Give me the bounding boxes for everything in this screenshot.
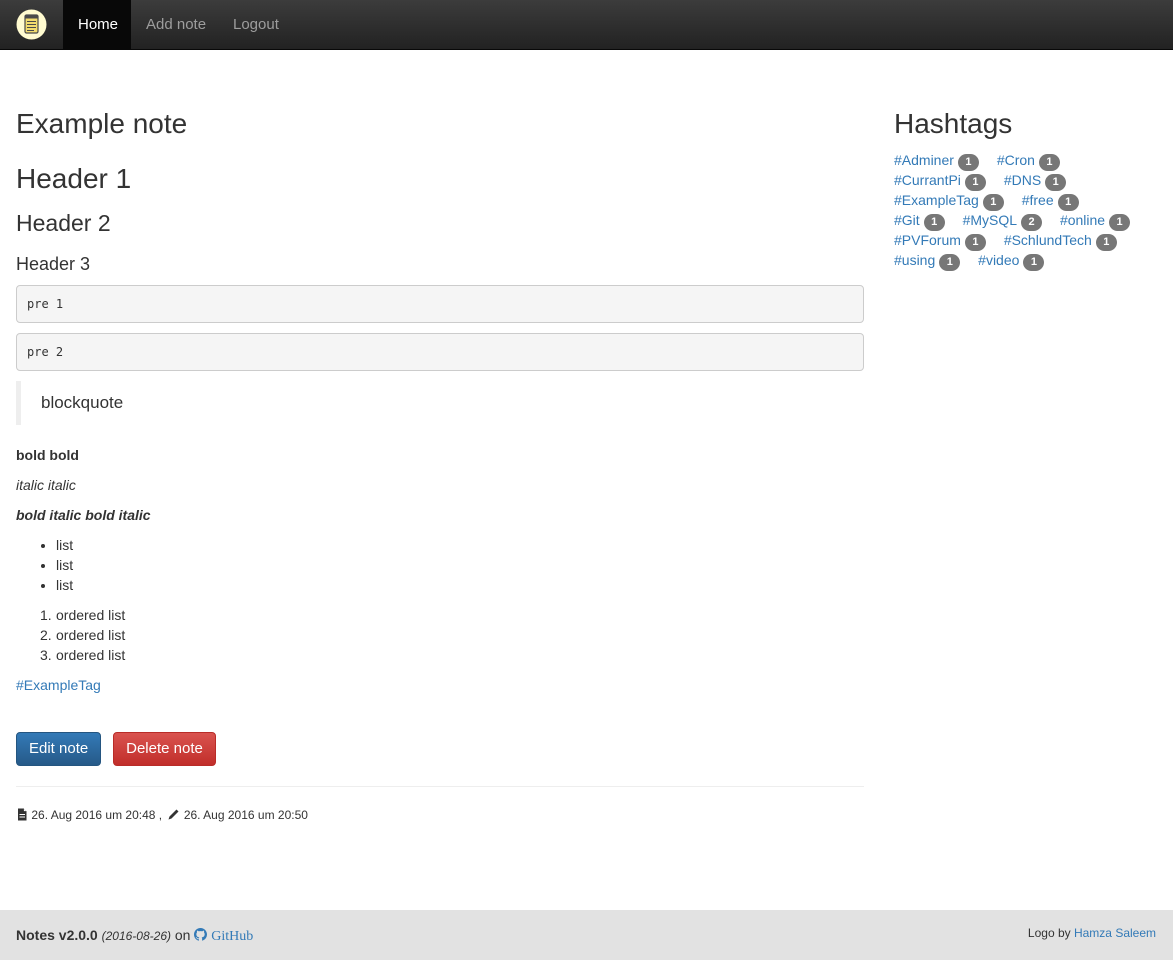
hashtag-count-badge: 1 — [964, 174, 986, 191]
ordered-list-item: 2. ordered list — [40, 627, 126, 643]
code-block-2: pre 2 — [16, 333, 864, 371]
logo-author-link[interactable]: Hamza Saleem — [1074, 926, 1156, 940]
navbar: Home Add note Logout — [0, 0, 1173, 50]
hashtag-count-badge: 1 — [957, 154, 979, 171]
note-title: Example note — [16, 108, 188, 139]
logo-credit-text: Logo by — [1027, 926, 1071, 940]
hashtag-item: #online 1 — [1060, 210, 1131, 231]
hashtag-item: #SchlundTech 1 — [1004, 230, 1117, 251]
hashtag-count-badge: 1 — [1095, 234, 1117, 251]
pencil-icon — [168, 809, 179, 820]
nav-home[interactable]: Home — [63, 0, 131, 49]
note-header-1: Header 1 — [16, 163, 132, 194]
ordered-list-item: 3. ordered list — [40, 647, 126, 663]
ordered-list: 1. ordered list 2. ordered list 3. ordered … — [16, 605, 864, 665]
nav-add-note[interactable]: Add note — [131, 0, 221, 49]
note-timestamps: 26. Aug 2016 um 20:48 , 26. Aug 2016 um … — [16, 807, 308, 823]
hashtag-item: #MySQL 2 — [963, 210, 1043, 231]
hashtag-link[interactable]: #CurrantPi — [894, 172, 961, 188]
hashtag-item: #video 1 — [978, 250, 1045, 271]
hashtag-count-badge: 1 — [964, 234, 986, 251]
hashtag-link[interactable]: #MySQL — [963, 212, 1017, 228]
code-block-1: pre 1 — [16, 285, 864, 323]
github-link[interactable]: GitHub — [211, 929, 253, 944]
footer-on-text: on — [174, 927, 191, 943]
note-hashtag-link[interactable]: #ExampleTag — [16, 677, 101, 693]
note-header-2: Header 2 — [16, 210, 111, 236]
bold-italic-text: bold italic bold italic — [16, 507, 151, 523]
app-version: Notes v2.0.0 — [16, 927, 98, 943]
created-date: 26. Aug 2016 um 20:48 — [31, 808, 156, 822]
timestamp-separator: , — [158, 808, 163, 822]
hashtag-link[interactable]: #PVForum — [894, 232, 961, 248]
delete-note-button[interactable]: Delete note — [113, 732, 216, 766]
hashtag-count-badge: 1 — [939, 254, 961, 271]
list-item: list — [56, 535, 864, 555]
hashtag-item: #DNS 1 — [1004, 170, 1067, 191]
blockquote: blockquote — [16, 381, 864, 425]
hashtag-link[interactable]: #using — [894, 252, 935, 268]
hashtag-link[interactable]: #Adminer — [894, 152, 954, 168]
hashtag-link[interactable]: #Git — [894, 212, 920, 228]
hashtag-item: #CurrantPi 1 — [894, 170, 986, 191]
hashtags-sidebar: Hashtags #Adminer 1 #Cron 1 #CurrantPi 1 #D… — [894, 100, 1159, 271]
hashtag-item: #free 1 — [1022, 190, 1079, 211]
footer: Notes v2.0.0 (2016-08-26) on GitHub Logo… — [0, 910, 1173, 960]
notepad-logo-icon[interactable] — [16, 9, 47, 40]
hashtag-cloud: #Adminer 1 #Cron 1 #CurrantPi 1 #DNS 1 #Exam… — [894, 150, 1159, 271]
hashtag-item: #PVForum 1 — [894, 230, 986, 251]
note-actions: Edit note Delete note — [16, 732, 216, 766]
note-content: Example note Header 1 Header 2 Header 3 … — [16, 100, 864, 822]
nav-logout[interactable]: Logout — [218, 0, 294, 49]
list-item: list — [56, 575, 864, 595]
hashtag-item: #using 1 — [894, 250, 961, 271]
hashtag-link[interactable]: #Cron — [997, 152, 1035, 168]
footer-app-info: Notes v2.0.0 (2016-08-26) on GitHub — [16, 910, 253, 962]
hashtag-count-badge: 1 — [1045, 174, 1067, 191]
hashtag-link[interactable]: #ExampleTag — [894, 192, 979, 208]
italic-text: italic italic — [16, 477, 76, 493]
release-date: (2016-08-26) — [101, 929, 171, 943]
hashtag-link[interactable]: #online — [1060, 212, 1105, 228]
hashtag-count-badge: 1 — [1023, 254, 1045, 271]
bullet-list: list list list — [16, 535, 864, 595]
hashtag-count-badge: 1 — [1109, 214, 1131, 231]
hashtag-link[interactable]: #video — [978, 252, 1019, 268]
hashtag-item: #Cron 1 — [997, 150, 1060, 171]
hashtag-count-badge: 1 — [923, 214, 945, 231]
hashtag-count-badge: 2 — [1021, 214, 1043, 231]
hashtag-count-badge: 1 — [1038, 154, 1060, 171]
edit-note-button[interactable]: Edit note — [16, 732, 102, 766]
hashtag-count-badge: 1 — [982, 194, 1004, 211]
footer-credits: Logo by Hamza Saleem — [1028, 910, 1156, 956]
bold-text: bold bold — [16, 447, 79, 463]
hashtag-link[interactable]: #free — [1022, 192, 1054, 208]
hashtag-item: #ExampleTag 1 — [894, 190, 1004, 211]
hashtag-item: #Adminer 1 — [894, 150, 979, 171]
hashtags-title: Hashtags — [894, 108, 1013, 139]
modified-date: 26. Aug 2016 um 20:50 — [183, 808, 308, 822]
ordered-list-item: 1. ordered list — [40, 607, 126, 623]
divider — [16, 786, 864, 787]
list-item: list — [56, 555, 864, 575]
github-icon — [194, 928, 208, 941]
hashtag-link[interactable]: #DNS — [1004, 172, 1041, 188]
note-header-3: Header 3 — [16, 254, 91, 274]
hashtag-item: #Git 1 — [894, 210, 945, 231]
file-icon — [18, 808, 27, 821]
hashtag-link[interactable]: #SchlundTech — [1004, 232, 1092, 248]
hashtag-count-badge: 1 — [1057, 194, 1079, 211]
